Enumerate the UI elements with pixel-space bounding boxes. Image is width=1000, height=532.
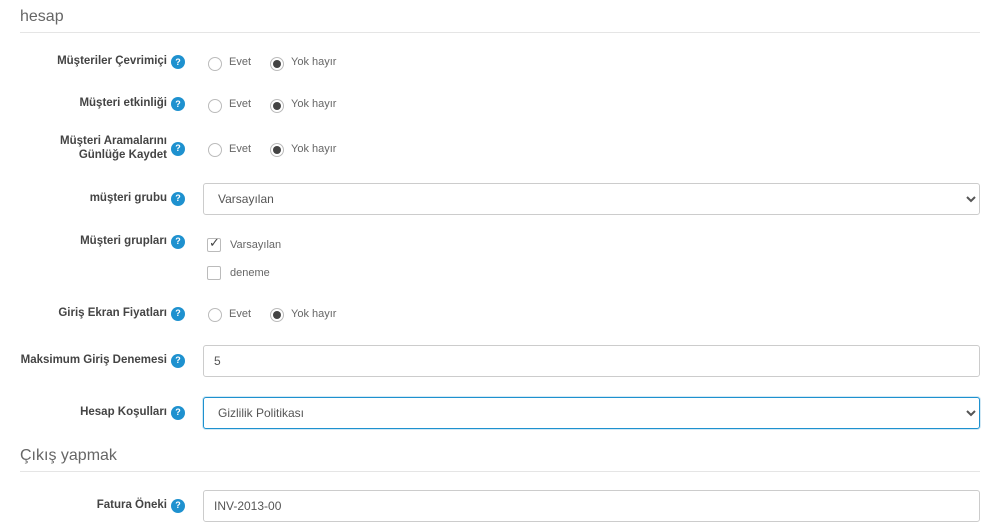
help-icon[interactable]: ? [171, 55, 185, 69]
radio-yes[interactable]: Evet [203, 54, 251, 71]
input-max-login[interactable] [203, 345, 980, 377]
section-title-account: hesap [20, 0, 980, 33]
section-title-checkout: Çıkış yapmak [20, 439, 980, 472]
radio-yes[interactable]: Evet [203, 140, 251, 157]
checkbox-input[interactable] [207, 266, 221, 280]
input-invoice-prefix[interactable] [203, 490, 980, 522]
label-login-prices: Giriş Ekran Fiyatları ? [20, 307, 195, 321]
radio-group-customer-activity: Evet Yok hayır [203, 96, 336, 113]
radio-group-log-searches: Evet Yok hayır [203, 140, 336, 157]
help-icon[interactable]: ? [171, 192, 185, 206]
label-max-login: Maksimum Giriş Denemesi ? [20, 354, 195, 368]
checkbox-list-customer-groups: Varsayılan deneme [203, 235, 281, 283]
help-icon[interactable]: ? [171, 499, 185, 513]
label-customer-groups: Müşteri grupları ? [20, 235, 195, 249]
radio-no[interactable]: Yok hayır [265, 305, 336, 322]
label-customer-group: müşteri grubu ? [20, 192, 195, 206]
radio-input-no[interactable] [270, 57, 284, 71]
label-account-terms: Hesap Koşulları ? [20, 406, 195, 420]
radio-yes[interactable]: Evet [203, 96, 251, 113]
radio-group-customers-online: Evet Yok hayır [203, 54, 336, 71]
help-icon[interactable]: ? [171, 142, 185, 156]
help-icon[interactable]: ? [171, 235, 185, 249]
label-invoice-prefix: Fatura Öneki ? [20, 499, 195, 513]
row-customer-group: müşteri grubu ? Varsayılan [20, 173, 980, 225]
select-customer-group[interactable]: Varsayılan [203, 183, 980, 215]
radio-no[interactable]: Yok hayır [265, 54, 336, 71]
row-customers-online: Müşteriler Çevrimiçi ? Evet Yok hayır [20, 41, 980, 83]
select-account-terms[interactable]: Gizlilik Politikası [203, 397, 980, 429]
label-log-searches: Müşteri Aramalarını Günlüğe Kaydet ? [20, 135, 195, 163]
label-customers-online: Müşteriler Çevrimiçi ? [20, 55, 195, 69]
row-max-login: Maksimum Giriş Denemesi ? [20, 335, 980, 387]
checkbox-item[interactable]: deneme [203, 263, 281, 283]
help-icon[interactable]: ? [171, 406, 185, 420]
label-customer-activity: Müşteri etkinliği ? [20, 97, 195, 111]
radio-group-login-prices: Evet Yok hayır [203, 305, 336, 322]
radio-input-no[interactable] [270, 308, 284, 322]
row-account-terms: Hesap Koşulları ? Gizlilik Politikası [20, 387, 980, 439]
radio-input-yes[interactable] [208, 308, 222, 322]
radio-input-yes[interactable] [208, 57, 222, 71]
radio-input-yes[interactable] [208, 143, 222, 157]
radio-no[interactable]: Yok hayır [265, 96, 336, 113]
row-invoice-prefix: Fatura Öneki ? [20, 480, 980, 532]
row-login-prices: Giriş Ekran Fiyatları ? Evet Yok hayır [20, 293, 980, 335]
checkbox-item[interactable]: Varsayılan [203, 235, 281, 255]
radio-input-no[interactable] [270, 143, 284, 157]
radio-input-no[interactable] [270, 99, 284, 113]
row-log-searches: Müşteri Aramalarını Günlüğe Kaydet ? Eve… [20, 125, 980, 173]
radio-no[interactable]: Yok hayır [265, 140, 336, 157]
row-customer-activity: Müşteri etkinliği ? Evet Yok hayır [20, 83, 980, 125]
radio-input-yes[interactable] [208, 99, 222, 113]
checkbox-input[interactable] [207, 238, 221, 252]
help-icon[interactable]: ? [171, 354, 185, 368]
help-icon[interactable]: ? [171, 307, 185, 321]
radio-yes[interactable]: Evet [203, 305, 251, 322]
help-icon[interactable]: ? [171, 97, 185, 111]
row-customer-groups: Müşteri grupları ? Varsayılan deneme [20, 225, 980, 293]
